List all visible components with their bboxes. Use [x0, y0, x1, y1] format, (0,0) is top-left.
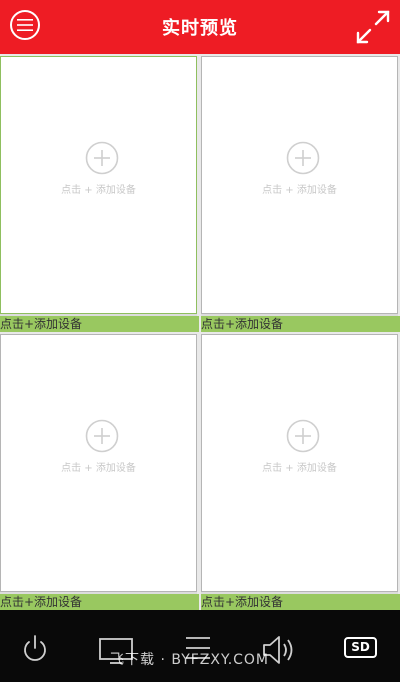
- add-device-hint: 点击 + 添加设备: [262, 463, 337, 474]
- channel-label-bar[interactable]: 点击+添加设备: [201, 594, 400, 610]
- fullscreen-icon: [356, 10, 390, 44]
- sd-quality-button[interactable]: SD: [344, 637, 377, 658]
- add-device-hint: 点击 + 添加设备: [262, 185, 337, 196]
- add-device-hint: 点击 + 添加设备: [61, 463, 136, 474]
- preview-cell: 点击 + 添加设备 点击+添加设备: [0, 54, 199, 332]
- fullscreen-button[interactable]: [354, 8, 392, 46]
- channel-label-bar[interactable]: 点击+添加设备: [0, 316, 199, 332]
- add-device-icon: [85, 419, 119, 453]
- add-device-hint: 点击 + 添加设备: [61, 185, 136, 196]
- preview-cell: 点击 + 添加设备 点击+添加设备: [0, 332, 199, 610]
- bottom-toolbar: SD 飞下载 · BYFZXY.COM: [0, 610, 400, 682]
- channel-label-bar[interactable]: 点击+添加设备: [0, 594, 199, 610]
- page-title: 实时预览: [162, 18, 238, 39]
- video-window[interactable]: 点击 + 添加设备: [0, 56, 197, 314]
- channel-label-bar[interactable]: 点击+添加设备: [201, 316, 400, 332]
- add-device-icon: [286, 419, 320, 453]
- preview-cell: 点击 + 添加设备 点击+添加设备: [201, 332, 400, 610]
- power-button[interactable]: [15, 632, 55, 668]
- video-window[interactable]: 点击 + 添加设备: [0, 334, 197, 592]
- add-device-icon: [85, 141, 119, 175]
- preview-cell: 点击 + 添加设备 点击+添加设备: [201, 54, 400, 332]
- top-bar: 实时预览: [0, 0, 400, 54]
- add-device-icon: [286, 141, 320, 175]
- watermark: 飞下载 · BYFZXY.COM: [110, 652, 270, 668]
- preview-grid: 点击 + 添加设备 点击+添加设备 点击 + 添加设备 点击+添加设备 点击 +…: [0, 54, 400, 610]
- video-window[interactable]: 点击 + 添加设备: [201, 334, 398, 592]
- video-window[interactable]: 点击 + 添加设备: [201, 56, 398, 314]
- power-icon: [24, 635, 46, 661]
